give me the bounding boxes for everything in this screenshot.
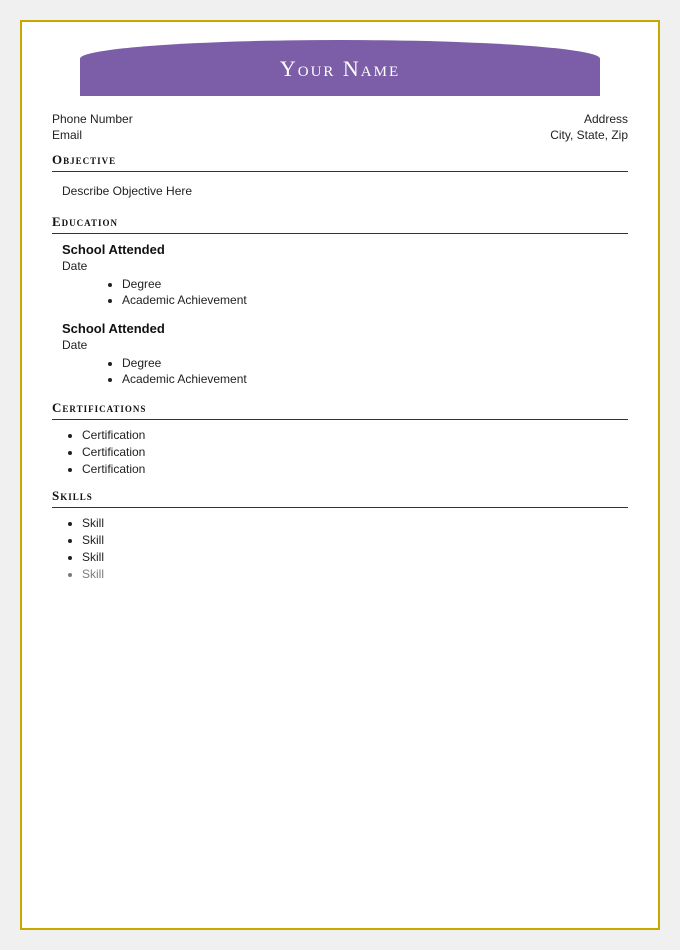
phone-label: Phone Number bbox=[52, 112, 133, 126]
list-item: Skill bbox=[82, 567, 628, 581]
objective-section: Objective Describe Objective Here bbox=[22, 152, 658, 202]
city-label: City, State, Zip bbox=[550, 128, 628, 142]
candidate-name: Your Name bbox=[280, 56, 400, 81]
address-label: Address bbox=[584, 112, 628, 126]
list-item: Certification bbox=[82, 428, 628, 442]
school-name-1: School Attended bbox=[62, 242, 628, 257]
contact-left: Phone Number Email bbox=[52, 112, 133, 142]
list-item: Certification bbox=[82, 462, 628, 476]
email-label: Email bbox=[52, 128, 133, 142]
name-banner: Your Name bbox=[80, 40, 600, 96]
objective-text: Describe Objective Here bbox=[62, 180, 628, 202]
education-heading: Education bbox=[52, 214, 628, 234]
contact-area: Phone Number Email Address City, State, … bbox=[22, 106, 658, 152]
list-item: Degree bbox=[122, 277, 628, 291]
list-item: Academic Achievement bbox=[122, 372, 628, 386]
school-date-1: Date bbox=[62, 259, 628, 273]
school-block-2: School Attended Date Degree Academic Ach… bbox=[62, 321, 628, 386]
education-body: School Attended Date Degree Academic Ach… bbox=[52, 242, 628, 386]
school-block-1: School Attended Date Degree Academic Ach… bbox=[62, 242, 628, 307]
contact-right: Address City, State, Zip bbox=[550, 112, 628, 142]
list-item: Skill bbox=[82, 533, 628, 547]
education-section: Education School Attended Date Degree Ac… bbox=[22, 214, 658, 386]
objective-body: Describe Objective Here bbox=[52, 180, 628, 202]
certifications-list: Certification Certification Certificatio… bbox=[62, 428, 628, 476]
list-item: Degree bbox=[122, 356, 628, 370]
school-list-2: Degree Academic Achievement bbox=[62, 356, 628, 386]
certifications-heading: Certifications bbox=[52, 400, 628, 420]
school-list-1: Degree Academic Achievement bbox=[62, 277, 628, 307]
certifications-section: Certifications Certification Certificati… bbox=[22, 400, 658, 476]
skills-list: Skill Skill Skill Skill bbox=[62, 516, 628, 581]
list-item: Skill bbox=[82, 550, 628, 564]
skills-heading: Skills bbox=[52, 488, 628, 508]
list-item: Certification bbox=[82, 445, 628, 459]
skills-body: Skill Skill Skill Skill bbox=[52, 516, 628, 581]
school-date-2: Date bbox=[62, 338, 628, 352]
objective-heading: Objective bbox=[52, 152, 628, 172]
resume-page: Your Name Phone Number Email Address Cit… bbox=[20, 20, 660, 930]
skills-section: Skills Skill Skill Skill Skill bbox=[22, 488, 658, 581]
list-item: Academic Achievement bbox=[122, 293, 628, 307]
header-area: Your Name bbox=[22, 22, 658, 106]
certifications-body: Certification Certification Certificatio… bbox=[52, 428, 628, 476]
list-item: Skill bbox=[82, 516, 628, 530]
school-name-2: School Attended bbox=[62, 321, 628, 336]
